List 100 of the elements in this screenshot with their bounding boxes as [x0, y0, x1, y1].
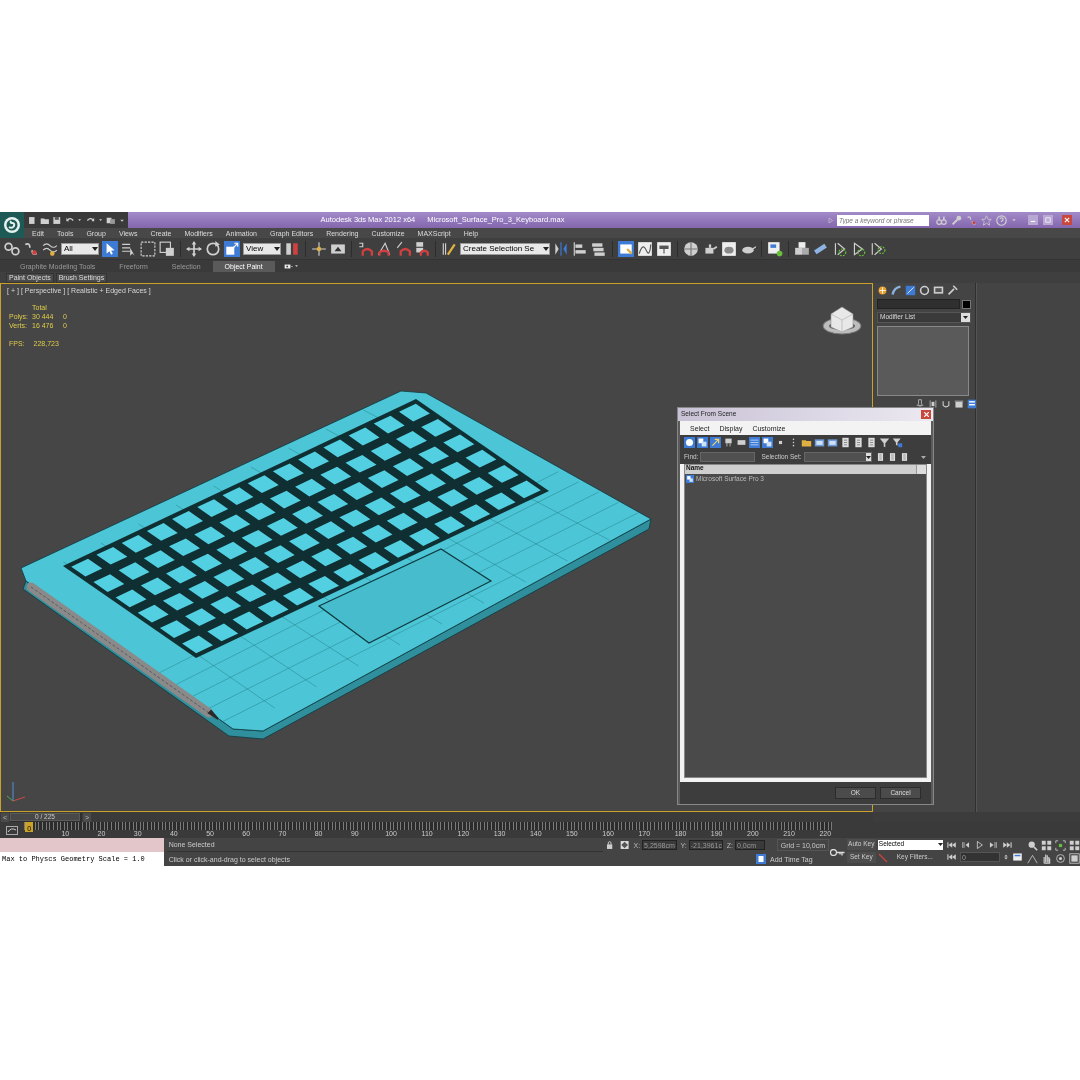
- play-forward-icon[interactable]: [870, 240, 886, 257]
- zoom-icon[interactable]: [1027, 840, 1038, 851]
- create-icon[interactable]: [877, 285, 888, 296]
- curve-editor-icon[interactable]: [6, 825, 18, 835]
- wave-icon[interactable]: [42, 240, 58, 257]
- help-icon[interactable]: [996, 214, 1007, 226]
- named-selection-dropdown[interactable]: Create Selection Se: [460, 242, 550, 255]
- caret-icon: [865, 455, 871, 459]
- circle-icon[interactable]: [684, 437, 695, 448]
- field-of-view-icon[interactable]: [1027, 853, 1038, 864]
- page-icon[interactable]: [887, 452, 897, 462]
- minimize-icon[interactable]: [1026, 215, 1040, 225]
- window-icon[interactable]: [827, 437, 838, 448]
- make-unique-icon[interactable]: [941, 399, 951, 409]
- selection-toggle-icon[interactable]: [620, 840, 630, 850]
- mirror-icon[interactable]: [553, 240, 569, 257]
- key-mode-icon[interactable]: [946, 852, 957, 862]
- rotate-icon[interactable]: [205, 240, 221, 257]
- display-icon[interactable]: [933, 285, 944, 296]
- window-crossing-icon[interactable]: [159, 240, 175, 257]
- play-icon[interactable]: [974, 840, 985, 850]
- object-color-swatch[interactable]: [962, 299, 971, 309]
- orbit-icon[interactable]: [1055, 853, 1066, 864]
- percent-snap-icon[interactable]: [395, 240, 411, 257]
- filter-settings-icon[interactable]: [892, 437, 903, 448]
- spinner-icon[interactable]: [1003, 852, 1009, 862]
- go-to-start-icon[interactable]: [946, 840, 957, 850]
- material-sphere-icon[interactable]: [683, 240, 699, 257]
- pin-icon[interactable]: [915, 399, 925, 409]
- wrench-icon[interactable]: [951, 214, 962, 226]
- play-back-icon[interactable]: [832, 240, 848, 257]
- utilities-icon[interactable]: [947, 285, 958, 296]
- reference-coordinate-dropdown[interactable]: View: [243, 242, 281, 255]
- zoom-extents-all-icon[interactable]: [1069, 840, 1080, 851]
- lock-icon[interactable]: [604, 840, 615, 850]
- scale-icon[interactable]: [224, 240, 240, 257]
- find-field[interactable]: [700, 452, 756, 462]
- window-icon[interactable]: [814, 437, 825, 448]
- maximize-icon[interactable]: [1041, 215, 1055, 225]
- layers-icon[interactable]: [591, 240, 607, 257]
- page-icon[interactable]: [853, 437, 864, 448]
- caret-icon[interactable]: [77, 216, 83, 224]
- page-icon[interactable]: [875, 452, 885, 462]
- show-end-icon[interactable]: [928, 399, 938, 409]
- hierarchy-icon[interactable]: [905, 285, 916, 296]
- unlink-icon[interactable]: [23, 240, 39, 257]
- key-icon[interactable]: [830, 848, 846, 856]
- app-logo-icon[interactable]: [0, 212, 24, 238]
- remove-modifier-icon[interactable]: [954, 399, 964, 409]
- link-icon[interactable]: [4, 240, 20, 257]
- object-name-field[interactable]: [877, 299, 960, 309]
- maximize-viewport-icon[interactable]: [1069, 853, 1080, 864]
- schematic-icon[interactable]: [656, 240, 672, 257]
- next-key-icon[interactable]: [988, 840, 999, 850]
- folder-icon[interactable]: [801, 437, 812, 448]
- motion-icon[interactable]: [919, 285, 930, 296]
- pan-icon[interactable]: [1041, 853, 1052, 864]
- modify-icon[interactable]: [891, 285, 902, 296]
- star-icon[interactable]: [981, 214, 992, 226]
- page-icon[interactable]: [899, 452, 909, 462]
- cubes-icon[interactable]: [794, 240, 810, 257]
- manipulate-icon[interactable]: [311, 240, 327, 257]
- play-icon[interactable]: [851, 240, 867, 257]
- curve-editor-icon[interactable]: [637, 240, 653, 257]
- previous-key-icon[interactable]: [960, 840, 971, 850]
- close-button[interactable]: [921, 410, 931, 419]
- time-configuration-icon[interactable]: [1012, 852, 1023, 862]
- snap-icon[interactable]: [357, 240, 373, 257]
- go-to-end-icon[interactable]: [1002, 840, 1013, 850]
- move-icon[interactable]: [186, 240, 202, 257]
- render-frame-icon[interactable]: [721, 240, 737, 257]
- object-icon[interactable]: [686, 475, 694, 483]
- spinner-snap-icon[interactable]: [414, 240, 430, 257]
- rectangle-region-icon[interactable]: [140, 240, 156, 257]
- time-tag-icon[interactable]: [755, 854, 766, 864]
- copy-icon[interactable]: [762, 437, 773, 448]
- graphite-icon[interactable]: [618, 240, 634, 257]
- page-icon[interactable]: [840, 437, 851, 448]
- save-icon[interactable]: [52, 214, 62, 226]
- caret-icon[interactable]: [98, 216, 104, 224]
- align-icon[interactable]: [572, 240, 588, 257]
- edit-selection-icon[interactable]: [441, 240, 457, 257]
- render-window-icon[interactable]: [767, 240, 783, 257]
- header-end-cell: [917, 465, 926, 474]
- configure-icon[interactable]: [967, 399, 977, 409]
- caret-icon[interactable]: [293, 263, 299, 269]
- filter-icon[interactable]: [879, 437, 890, 448]
- angle-snap-icon[interactable]: [376, 240, 392, 257]
- new-file-icon[interactable]: [27, 214, 37, 226]
- selection-set-dropdown[interactable]: [803, 452, 872, 462]
- zoom-all-icon[interactable]: [1041, 840, 1052, 851]
- binoculars-icon[interactable]: [936, 214, 947, 226]
- copy-icon[interactable]: [697, 437, 708, 448]
- page-icon[interactable]: [866, 437, 877, 448]
- selection-filter-dropdown[interactable]: All: [61, 242, 99, 255]
- listener-input-field[interactable]: [0, 838, 164, 852]
- pivot-icon[interactable]: [284, 240, 300, 257]
- view-cube-icon[interactable]: [822, 306, 862, 335]
- zoom-extents-icon[interactable]: [1055, 840, 1066, 851]
- caret-icon[interactable]: [920, 455, 926, 459]
